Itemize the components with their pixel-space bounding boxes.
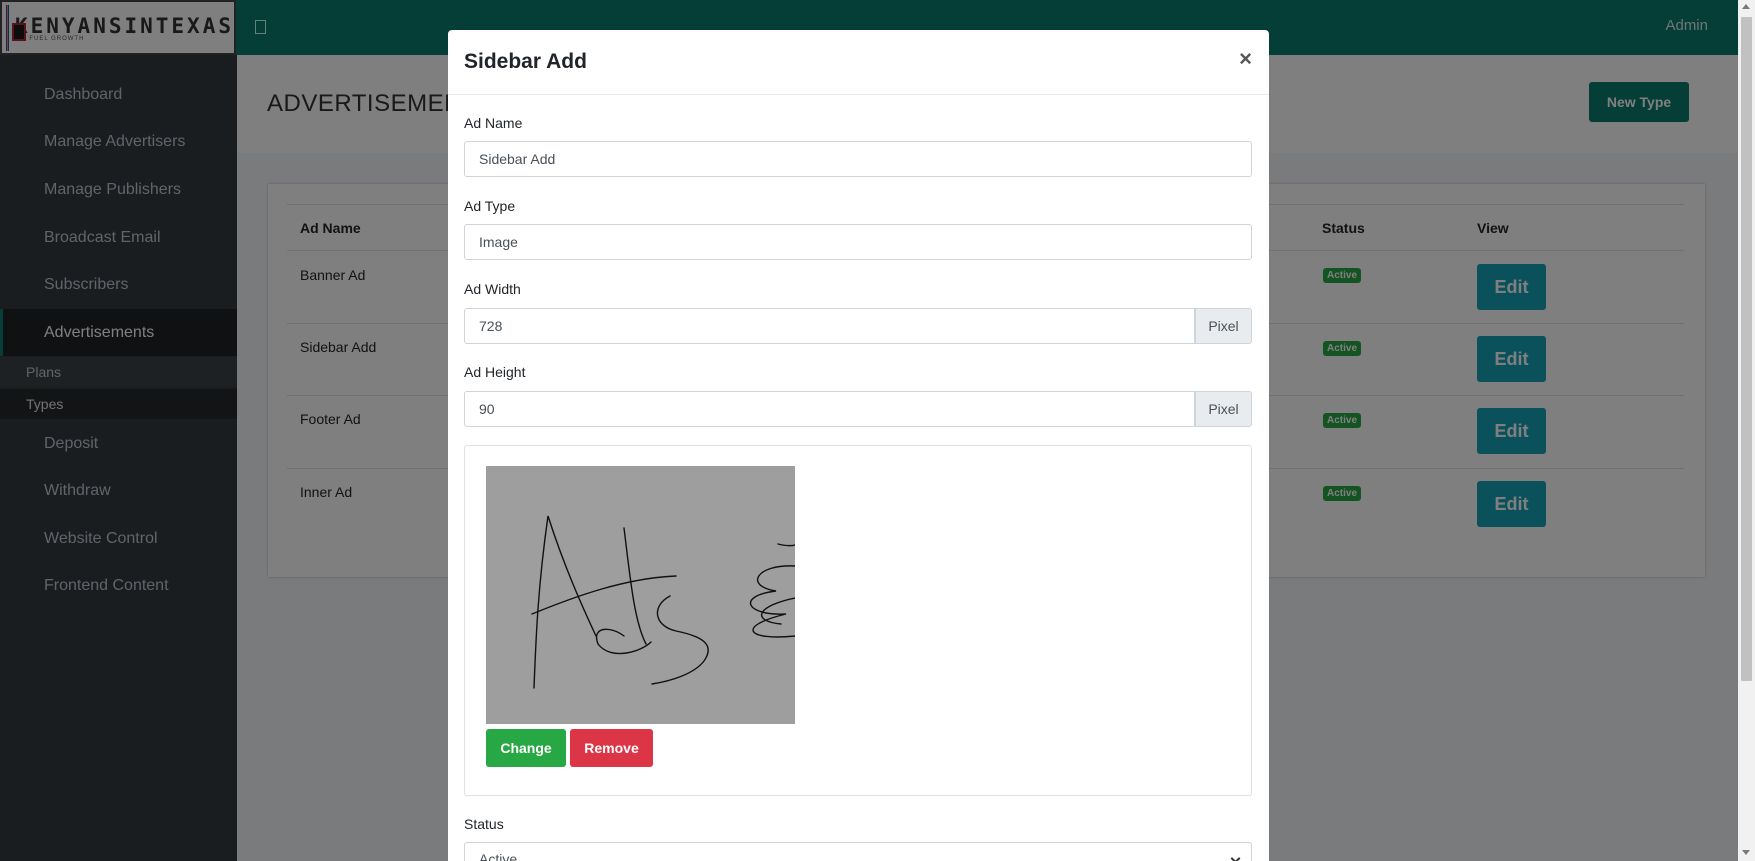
remove-image-button[interactable]: Remove xyxy=(570,729,653,767)
scroll-up-arrow-icon[interactable] xyxy=(1742,4,1750,9)
page-scrollbar[interactable] xyxy=(1738,0,1755,861)
ad-type-input[interactable]: Image xyxy=(464,224,1252,260)
scrollbar-thumb[interactable] xyxy=(1741,17,1752,681)
ad-height-label: Ad Height xyxy=(464,364,526,380)
modal-title: Sidebar Add xyxy=(464,50,587,73)
ad-type-label: Ad Type xyxy=(464,198,516,214)
change-image-button[interactable]: Change xyxy=(486,729,566,767)
ad-width-label: Ad Width xyxy=(464,281,521,297)
ad-name-label: Ad Name xyxy=(464,115,523,131)
width-unit-addon: Pixel xyxy=(1195,308,1252,344)
status-label: Status xyxy=(464,816,504,832)
edit-ad-modal: Sidebar Add × Ad Name Sidebar Add Ad Typ… xyxy=(448,30,1269,861)
modal-header: Sidebar Add × xyxy=(448,30,1269,95)
ad-name-input[interactable]: Sidebar Add xyxy=(464,141,1252,177)
scroll-down-arrow-icon[interactable] xyxy=(1742,850,1750,855)
ad-image-preview xyxy=(486,466,796,724)
ad-width-input[interactable]: 728 xyxy=(464,308,1195,344)
height-unit-addon: Pixel xyxy=(1195,391,1252,427)
status-select-value: Active xyxy=(479,851,518,861)
chevron-down-icon xyxy=(1230,853,1241,861)
image-upload-box: Change Remove xyxy=(464,445,1252,796)
close-icon[interactable]: × xyxy=(1239,46,1252,72)
ad-height-input[interactable]: 90 xyxy=(464,391,1195,427)
handwriting-image xyxy=(531,515,796,689)
status-select[interactable]: Active xyxy=(464,842,1252,861)
